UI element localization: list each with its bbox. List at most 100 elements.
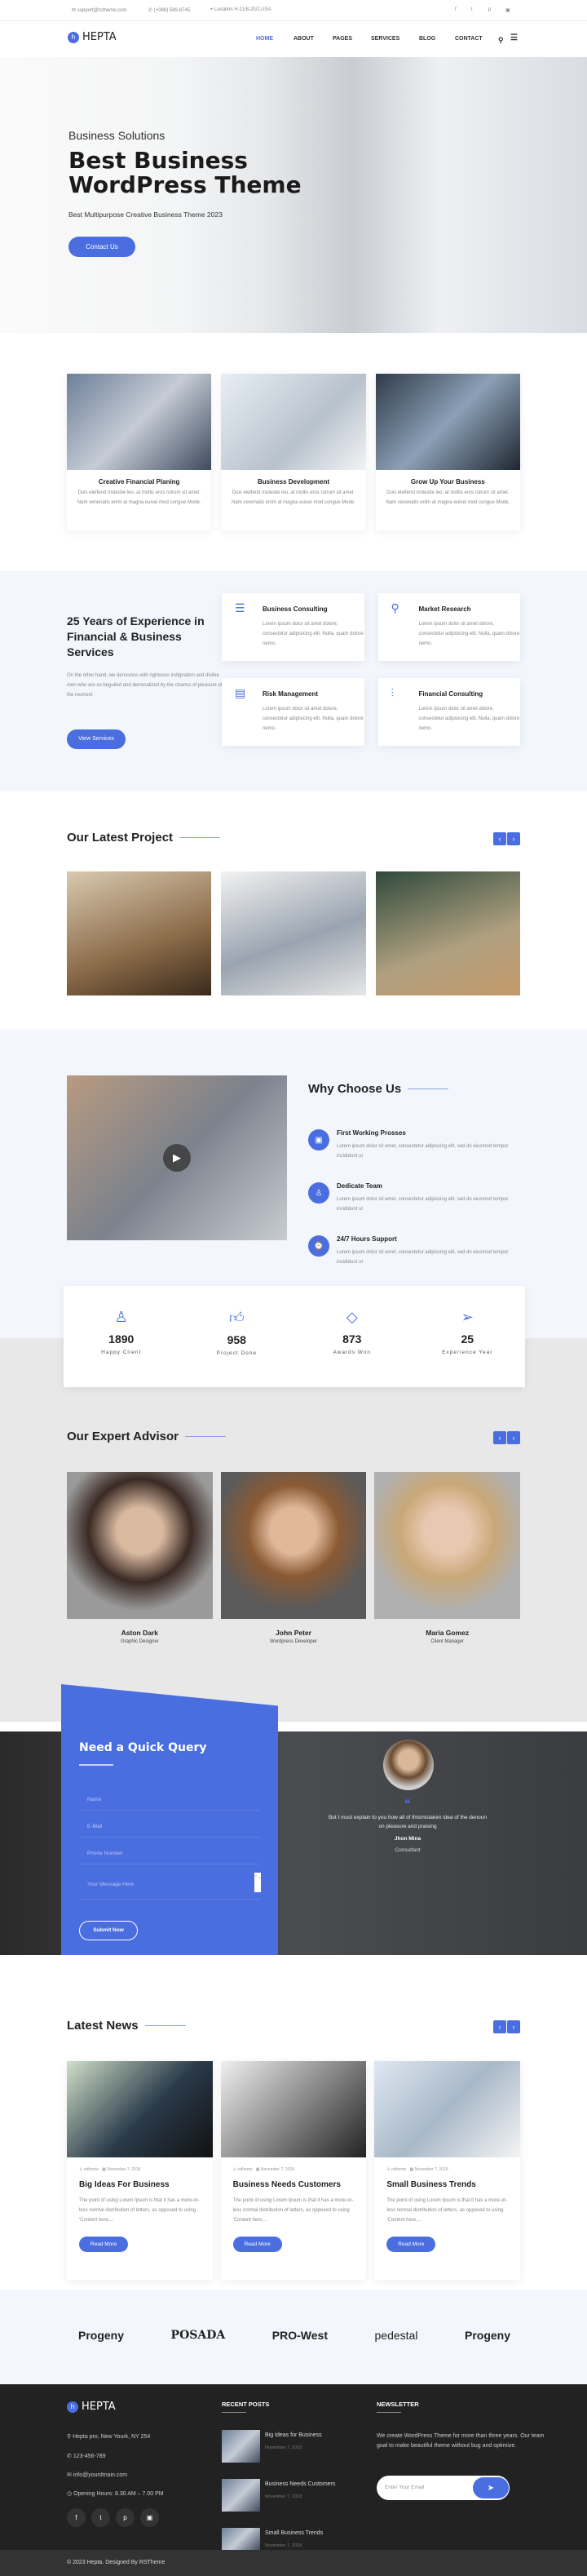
- next-arrow-icon[interactable]: ›: [507, 2020, 520, 2033]
- service-card[interactable]: ⫶ Financial Consulting Lorem ipsum dolor s…: [377, 678, 520, 746]
- read-more-button[interactable]: Read More: [386, 2237, 436, 2252]
- newsletter-title: NEWSLETTER: [377, 2401, 419, 2408]
- pinterest-icon[interactable]: p: [488, 7, 491, 12]
- nav-services[interactable]: SERVICES: [371, 36, 399, 42]
- brand-logo-pedestal[interactable]: pedestal: [375, 2329, 418, 2342]
- service-card[interactable]: ☰ Business Consulting Lorem ipsum dolor si…: [222, 593, 364, 661]
- recent-post[interactable]: Small Business Trends November 7, 2018: [222, 2528, 323, 2550]
- projects-title: Our Latest Project: [67, 831, 520, 845]
- nav-home[interactable]: HOME: [256, 36, 273, 42]
- message-textarea[interactable]: Your Message Here: [79, 1882, 260, 1900]
- service-card[interactable]: ⚲ Market Research Lorem ipsum dolor sit am…: [377, 593, 520, 661]
- feature-card[interactable]: Grow Up Your Business Duis eleifend moles…: [375, 374, 520, 530]
- footer-email[interactable]: ✉ info@yourdmain.com: [67, 2472, 127, 2478]
- news-carousel: ♙ rstheme ▦ November 7, 2018 Big Ideas Fo…: [67, 2061, 521, 2280]
- brand-logo-progeny[interactable]: Progeny: [465, 2329, 510, 2342]
- projects-carousel-nav: ‹ ›: [493, 832, 520, 845]
- footer-hours: ◷ Opening Hours: 8.30 AM – 7.00 PM: [67, 2491, 164, 2497]
- topbar-phone[interactable]: ✆ (+088) 589-8745: [148, 7, 190, 13]
- topbar-location: ⌖ Location H-11/8-20/2,USA: [210, 7, 271, 12]
- email-input[interactable]: E-Mail: [79, 1824, 260, 1838]
- news-card: ♙ rstheme ▦ November 7, 2018 Small Busine…: [374, 2061, 521, 2280]
- phone-input[interactable]: Phone Number: [79, 1851, 260, 1864]
- youtube-icon[interactable]: ▣: [140, 2508, 159, 2527]
- testimonial-name: Jhon Mina: [394, 1836, 421, 1842]
- textarea-scrollbar[interactable]: ⌃⌄: [254, 1873, 261, 1892]
- pinterest-icon[interactable]: p: [116, 2508, 135, 2527]
- name-input[interactable]: Name: [79, 1797, 260, 1811]
- footer-logo[interactable]: h HEPTA: [67, 2401, 116, 2413]
- news-image[interactable]: [374, 2061, 521, 2157]
- prev-arrow-icon[interactable]: ‹: [493, 832, 506, 845]
- nav-about[interactable]: ABOUT: [294, 36, 314, 42]
- logo[interactable]: h HEPTA: [68, 31, 117, 43]
- nav-blog[interactable]: BLOG: [419, 36, 435, 42]
- submit-now-button[interactable]: Submit Now: [79, 1921, 138, 1940]
- news-carousel-nav: ‹ ›: [493, 2020, 520, 2033]
- team-member[interactable]: Aston Dark Graphic Designer: [67, 1472, 213, 1660]
- thumbs-up-icon: 👍︎: [228, 1310, 245, 1326]
- news-card: ♙ rstheme ▦ November 7, 2018 Big Ideas Fo…: [67, 2061, 213, 2280]
- title-underline: [377, 2412, 401, 2413]
- brand-logo-progeny[interactable]: Progeny: [78, 2329, 124, 2342]
- team-header: Our Expert Advisor ‹ ›: [67, 1430, 520, 1449]
- read-more-button[interactable]: Read More: [232, 2237, 282, 2252]
- diamond-icon: ◇: [346, 1309, 358, 1325]
- prev-arrow-icon[interactable]: ‹: [493, 1431, 506, 1444]
- facebook-icon[interactable]: f: [455, 7, 457, 12]
- logo-icon: h: [68, 31, 79, 43]
- nav-contact[interactable]: CONTACT: [455, 36, 483, 42]
- recent-post[interactable]: Business Needs Customers November 7, 2018: [222, 2479, 335, 2512]
- topbar-email[interactable]: ✉ support@rstheme.com: [72, 7, 126, 13]
- counter: ◇ 873 Awards Won: [294, 1286, 410, 1387]
- member-photo: [220, 1472, 367, 1619]
- twitter-icon[interactable]: t: [91, 2508, 110, 2527]
- feature-card[interactable]: Creative Financial Planing Duis eleifend …: [67, 374, 212, 530]
- project-image[interactable]: [375, 871, 520, 995]
- newspaper-icon: ▤: [235, 686, 246, 699]
- member-photo: [374, 1472, 521, 1619]
- team-title: Our Expert Advisor: [67, 1430, 520, 1443]
- brands-section: Progeny POSADA PRO-West pedestal Progeny: [0, 2290, 587, 2384]
- view-services-button[interactable]: View Services: [67, 729, 126, 749]
- newsletter-email-input[interactable]: Enter Your Email ➤: [377, 2476, 510, 2500]
- twitter-icon[interactable]: t: [471, 7, 473, 12]
- hamburger-menu-icon[interactable]: ☰: [510, 33, 518, 42]
- testimonial-avatar: [383, 1740, 434, 1790]
- next-arrow-icon[interactable]: ›: [507, 1431, 520, 1444]
- next-arrow-icon[interactable]: ›: [507, 832, 520, 845]
- news-image[interactable]: [220, 2061, 367, 2157]
- send-icon[interactable]: ➤: [473, 2477, 509, 2498]
- prev-arrow-icon[interactable]: ‹: [493, 2020, 506, 2033]
- project-image[interactable]: [67, 871, 212, 995]
- recent-post[interactable]: Big Ideas for Business November 7, 2018: [222, 2430, 322, 2463]
- news-image[interactable]: [67, 2061, 213, 2157]
- newsletter-text: We create WordPress Theme for more than …: [377, 2433, 545, 2449]
- member-photo: [67, 1472, 213, 1619]
- brand-logo-posada[interactable]: POSADA: [171, 2329, 226, 2342]
- topbar: ✉ support@rstheme.com ✆ (+088) 589-8745 …: [0, 0, 587, 21]
- title-underline: [408, 1088, 449, 1090]
- play-icon[interactable]: ▶: [163, 1144, 191, 1172]
- team-member[interactable]: Maria Gomez Client Manager: [374, 1472, 521, 1660]
- nav-pages[interactable]: PAGES: [333, 36, 352, 42]
- services-grid: ☰ Business Consulting Lorem ipsum dolor si…: [222, 593, 520, 746]
- youtube-icon[interactable]: ▣: [505, 7, 510, 13]
- title-underline: [222, 2412, 246, 2413]
- team-member[interactable]: John Peter Wordpress Developer: [220, 1472, 367, 1660]
- contact-us-button[interactable]: Contact Us: [68, 237, 135, 257]
- hero-kicker: Business Solutions: [68, 129, 166, 142]
- testimonial-role: Consultant: [395, 1847, 421, 1853]
- brand-logo-pro-west[interactable]: PRO-West: [272, 2329, 328, 2342]
- sliders-icon: ⫶: [391, 686, 395, 699]
- hero-title: Best Business WordPress Theme: [68, 147, 302, 198]
- search-icon[interactable]: ⚲: [498, 36, 504, 45]
- facebook-icon[interactable]: f: [67, 2508, 86, 2527]
- service-card[interactable]: ▤ Risk Management Lorem ipsum dolor sit am…: [222, 678, 364, 746]
- testimonial-quote: But I must explain to you how all of thi…: [328, 1815, 488, 1829]
- copyright-bar: © 2023 Hepta. Designed By RSTheme: [0, 2550, 587, 2576]
- read-more-button[interactable]: Read More: [79, 2237, 128, 2252]
- feature-card[interactable]: Business Development Duis eleifend molest…: [221, 374, 366, 530]
- project-image[interactable]: [221, 871, 366, 995]
- counters-card: ♙ 1890 Happy Client 👍︎ 958 Project Done ◇ 873…: [64, 1286, 525, 1387]
